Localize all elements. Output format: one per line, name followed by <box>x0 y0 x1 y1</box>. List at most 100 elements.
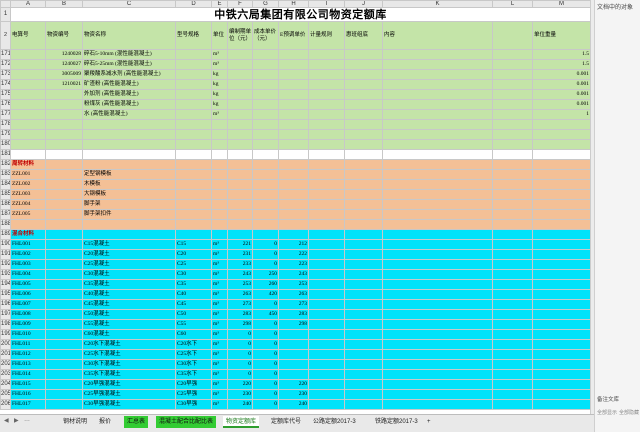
cell[interactable] <box>344 179 383 190</box>
cell[interactable] <box>278 119 309 130</box>
cell[interactable] <box>308 269 345 280</box>
row-header[interactable]: 173 <box>0 69 11 80</box>
cell[interactable] <box>532 129 590 140</box>
row-header[interactable]: 172 <box>0 59 11 70</box>
cell[interactable] <box>175 79 212 90</box>
cell[interactable] <box>532 359 590 370</box>
row-header[interactable]: 200 <box>0 339 11 350</box>
cell[interactable] <box>227 99 253 110</box>
cell[interactable] <box>492 309 533 320</box>
cell[interactable] <box>344 149 383 160</box>
cell[interactable] <box>382 229 493 240</box>
cell[interactable] <box>382 329 493 340</box>
cell[interactable] <box>10 109 46 120</box>
cell[interactable] <box>382 209 493 220</box>
cell[interactable] <box>45 389 83 400</box>
cell[interactable]: m³ <box>211 279 228 290</box>
cell[interactable]: 聚羧酸系减水剂 (高性能混凝土) <box>82 69 176 80</box>
cell[interactable]: m³ <box>211 239 228 250</box>
spreadsheet-grid[interactable]: A B C D E F G H I J K L M 1 中铁六局集团有限公司物资定额库 2 电算号 物资编号 物资名… <box>0 0 590 414</box>
row-header[interactable]: 175 <box>0 89 11 100</box>
cell[interactable]: 253 <box>227 279 253 290</box>
cell[interactable]: C25水下 <box>175 349 212 360</box>
cell[interactable] <box>308 329 345 340</box>
cell[interactable]: 0 <box>252 249 279 260</box>
cell[interactable] <box>492 209 533 220</box>
cell[interactable] <box>492 229 533 240</box>
cell[interactable] <box>382 309 493 320</box>
cell[interactable]: C45 <box>175 299 212 310</box>
cell[interactable] <box>308 139 345 150</box>
cell[interactable]: 0 <box>252 339 279 350</box>
cell[interactable] <box>492 179 533 190</box>
cell[interactable] <box>532 229 590 240</box>
cell[interactable] <box>532 159 590 170</box>
cell[interactable] <box>382 259 493 270</box>
row-header[interactable]: 197 <box>0 309 11 320</box>
cell[interactable]: 212 <box>278 239 309 250</box>
header-cell[interactable]: 成本单价（元） <box>252 21 279 50</box>
cell[interactable]: m³ <box>211 109 228 120</box>
column-header[interactable]: H <box>278 0 309 8</box>
cell[interactable]: 253 <box>278 279 309 290</box>
cell[interactable] <box>532 179 590 190</box>
cell[interactable]: FHL015 <box>10 379 46 390</box>
cell[interactable] <box>532 249 590 260</box>
column-header[interactable]: E <box>211 0 228 8</box>
header-cell[interactable]: E预调单价 <box>278 21 309 50</box>
cell[interactable] <box>227 139 253 150</box>
cell[interactable] <box>382 139 493 150</box>
cell[interactable] <box>308 189 345 200</box>
cell[interactable] <box>308 309 345 320</box>
cell[interactable] <box>532 299 590 310</box>
cell[interactable] <box>175 169 212 180</box>
row-header[interactable]: 184 <box>0 179 11 190</box>
cell[interactable]: 230 <box>227 389 253 400</box>
cell[interactable]: 0 <box>252 299 279 310</box>
cell[interactable] <box>532 139 590 150</box>
row-header[interactable]: 183 <box>0 169 11 180</box>
cell[interactable]: C25混凝土 <box>82 259 176 270</box>
cell[interactable] <box>308 59 345 70</box>
row-header[interactable]: 1 <box>0 7 11 22</box>
header-cell[interactable]: 惠班组底 <box>344 21 383 50</box>
cell[interactable] <box>278 89 309 100</box>
cell[interactable] <box>344 169 383 180</box>
cell[interactable] <box>532 399 590 410</box>
cell[interactable] <box>45 309 83 320</box>
row-header[interactable]: 198 <box>0 319 11 330</box>
cell[interactable] <box>344 309 383 320</box>
cell[interactable] <box>532 389 590 400</box>
cell[interactable]: 1.5 <box>532 59 590 70</box>
cell[interactable]: FHL016 <box>10 389 46 400</box>
cell[interactable] <box>278 49 309 60</box>
cell[interactable] <box>344 189 383 200</box>
cell[interactable] <box>308 119 345 130</box>
cell[interactable] <box>211 149 228 160</box>
cell[interactable]: 243 <box>278 269 309 280</box>
cell[interactable]: 221 <box>227 239 253 250</box>
cell[interactable] <box>344 99 383 110</box>
cell[interactable] <box>532 119 590 130</box>
cell[interactable] <box>227 149 253 160</box>
cell[interactable]: 碎石5-10mm (混性能混凝土) <box>82 49 176 60</box>
cell[interactable] <box>278 149 309 160</box>
cell[interactable]: m³ <box>211 329 228 340</box>
cell[interactable] <box>492 329 533 340</box>
cell[interactable] <box>82 219 176 230</box>
cell[interactable] <box>10 59 46 70</box>
cell[interactable] <box>10 139 46 150</box>
cell[interactable]: C15混凝土 <box>82 239 176 250</box>
cell[interactable]: 0 <box>252 399 279 410</box>
cell[interactable] <box>10 89 46 100</box>
cell[interactable]: C20水下 <box>175 339 212 350</box>
cell[interactable] <box>344 349 383 360</box>
cell[interactable] <box>344 249 383 260</box>
row-header[interactable]: 196 <box>0 299 11 310</box>
cell[interactable]: FHL002 <box>10 249 46 260</box>
cell[interactable] <box>492 249 533 260</box>
cell[interactable] <box>308 379 345 390</box>
row-header[interactable]: 193 <box>0 269 11 280</box>
cell[interactable]: FHL010 <box>10 329 46 340</box>
cell[interactable]: 273 <box>227 299 253 310</box>
